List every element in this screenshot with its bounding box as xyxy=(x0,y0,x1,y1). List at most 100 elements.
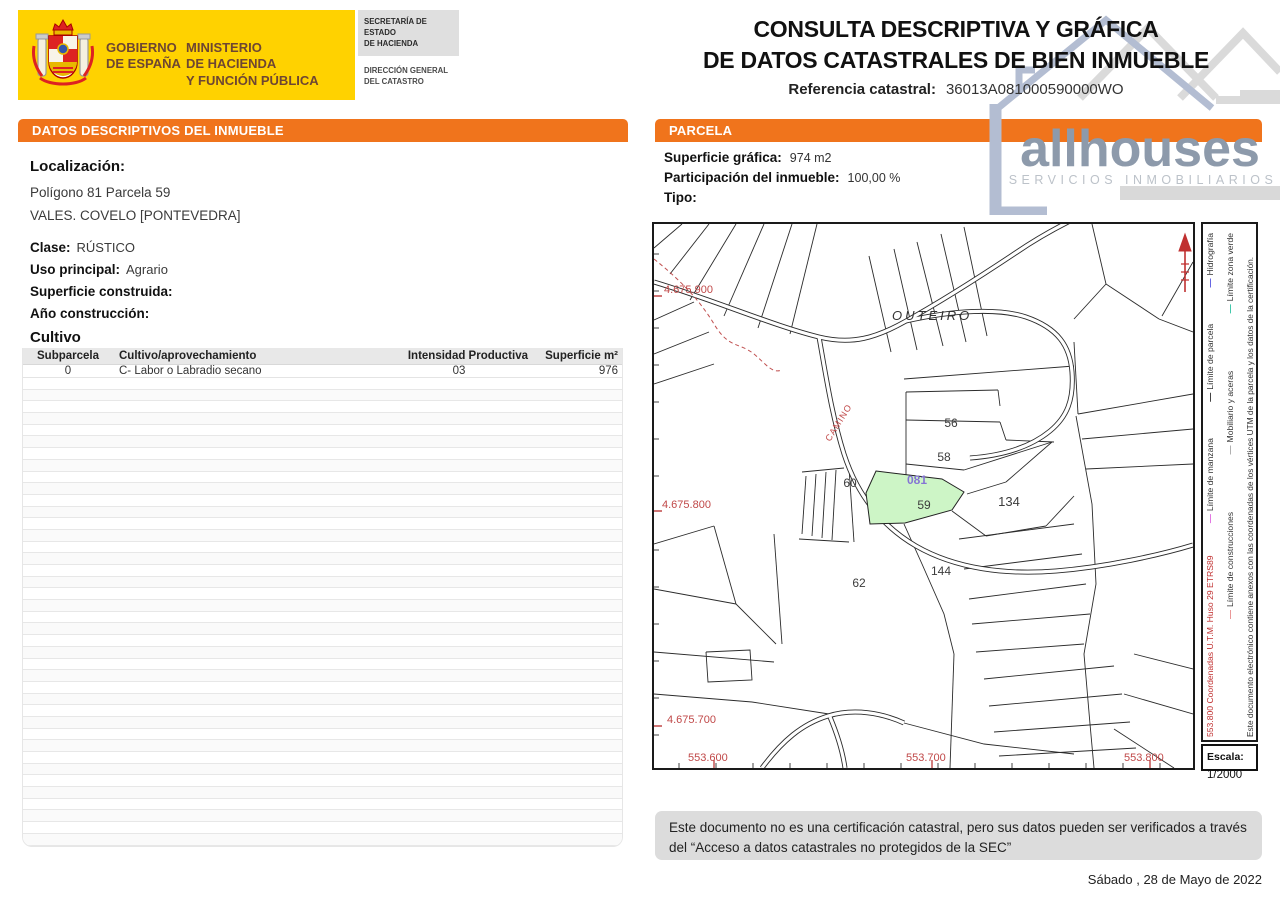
legend-swatch-icon: — xyxy=(1225,304,1235,313)
cadastral-reference-label: Referencia catastral: xyxy=(788,81,936,98)
cultivo-empty-row xyxy=(23,728,623,740)
document-title: CONSULTA DESCRIPTIVA Y GRÁFICA DE DATOS … xyxy=(652,14,1260,98)
field-participacion: Participación del inmueble: 100,00 % xyxy=(664,170,900,185)
field-anio-construccion: Año construcción: xyxy=(30,306,155,321)
cultivo-empty-row xyxy=(23,483,623,495)
legend-entry-label: Límite zona verde xyxy=(1225,233,1235,301)
legend-entry: —Mobiliario y aceras xyxy=(1225,371,1235,455)
coordinate-labels: 4.675.900 4.675.800 4.675.700 553.600 55… xyxy=(662,284,1164,764)
cultivo-empty-row xyxy=(23,401,623,413)
superficie-grafica-label: Superficie gráfica: xyxy=(664,150,782,165)
cultivo-empty-row xyxy=(23,541,623,553)
utm-coordinates-note: 553.800 Coordenadas U.T.M. Huso 29 ETRS8… xyxy=(1205,555,1215,737)
superficie-grafica-value: 974 m2 xyxy=(790,151,832,165)
cultivo-empty-row xyxy=(23,833,623,845)
cultivo-empty-row xyxy=(23,810,623,822)
field-superficie-construida: Superficie construida: xyxy=(30,284,179,299)
cadastral-reference: Referencia catastral:36013A081000590000W… xyxy=(652,81,1260,98)
cultivo-data-row: 0C- Labor o Labradio secano03976 xyxy=(23,365,623,378)
parcel-number-60: 60 xyxy=(843,476,857,490)
cadastral-map-svg: 4.675.900 4.675.800 4.675.700 553.600 55… xyxy=(654,224,1193,768)
address-line1: Polígono 81 Parcela 59 xyxy=(30,185,170,200)
legend-entry-label: Límite de parcela xyxy=(1205,324,1215,390)
cultivo-table: Subparcela Cultivo/aprovechamiento Inten… xyxy=(23,348,623,846)
cultivo-empty-row xyxy=(23,752,623,764)
col-header-cultivo: Cultivo/aprovechamiento xyxy=(113,348,384,365)
cultivo-empty-row xyxy=(23,506,623,518)
cultivo-empty-row xyxy=(23,436,623,448)
address-line2: VALES. COVELO [PONTEVEDRA] xyxy=(30,208,241,223)
place-name-label: OUTEIRO xyxy=(892,308,972,323)
cultivo-empty-row xyxy=(23,389,623,401)
cultivo-table-header: Subparcela Cultivo/aprovechamiento Inten… xyxy=(23,348,623,365)
cultivo-empty-row xyxy=(23,623,623,635)
parcel-number-134: 134 xyxy=(998,494,1020,509)
legend-row-2: —Límite de construcciones —Mobiliario y a… xyxy=(1225,229,1235,737)
cultivo-empty-row xyxy=(23,716,623,728)
cultivo-empty-row xyxy=(23,588,623,600)
cultivo-empty-row xyxy=(23,822,623,834)
cultivo-cell: 976 xyxy=(534,365,623,378)
spain-coat-of-arms-icon xyxy=(30,16,96,96)
field-superficie-grafica: Superficie gráfica: 974 m2 xyxy=(664,150,832,165)
tagline-bar xyxy=(1120,186,1280,200)
participacion-value: 100,00 % xyxy=(848,171,901,185)
cultivo-empty-row xyxy=(23,611,623,623)
uso-value: Agrario xyxy=(126,262,168,277)
document-date: Sábado , 28 de Mayo de 2022 xyxy=(655,872,1262,887)
section-header-em: INMUEBLE xyxy=(214,123,284,138)
cultivo-cell: 0 xyxy=(23,365,113,378)
participacion-label: Participación del inmueble: xyxy=(664,170,840,185)
coord-bottom-0: 553.600 xyxy=(688,752,728,764)
parcel-number-58: 58 xyxy=(937,450,951,464)
uso-label: Uso principal: xyxy=(30,262,120,277)
cultivo-empty-row xyxy=(23,787,623,799)
government-logo-block: GOBIERNO DE ESPAÑA MINISTERIO DE HACIEND… xyxy=(18,10,355,100)
field-uso-principal: Uso principal: Agrario xyxy=(30,262,168,277)
legend-vertical-note: Este documento electrónico contiene anex… xyxy=(1245,229,1255,737)
cultivo-empty-row xyxy=(23,424,623,436)
cultivo-cell: C- Labor o Labradio secano xyxy=(113,365,384,378)
legend-swatch-icon: — xyxy=(1205,393,1215,402)
col-header-subparcela: Subparcela xyxy=(23,348,113,365)
cadastral-document-page: GOBIERNO DE ESPAÑA MINISTERIO DE HACIEND… xyxy=(0,0,1280,903)
watermark-tagline: SERVICIOS INMOBILIARIOS xyxy=(1009,173,1278,187)
field-clase: Clase:RÚSTICO xyxy=(30,240,135,255)
cadastral-map: 4.675.900 4.675.800 4.675.700 553.600 55… xyxy=(652,222,1195,770)
coord-left-0: 4.675.900 xyxy=(664,284,713,296)
scale-box: Escala: 1/2000 xyxy=(1201,744,1258,771)
title-line2: DE DATOS CATASTRALES DE BIEN INMUEBLE xyxy=(652,45,1260,76)
cultivo-empty-row xyxy=(23,763,623,775)
cultivo-table-container: Subparcela Cultivo/aprovechamiento Inten… xyxy=(22,348,623,847)
cultivo-empty-row xyxy=(23,494,623,506)
cultivo-empty-row xyxy=(23,378,623,390)
col-header-superficie: Superficie m² xyxy=(534,348,623,365)
cultivo-empty-row xyxy=(23,413,623,425)
parcel-number-56: 56 xyxy=(944,416,958,430)
secretaria-estado-label: SECRETARÍA DE ESTADO DE HACIENDA xyxy=(358,10,459,56)
cultivo-empty-row xyxy=(23,635,623,647)
col-header-intensidad: Intensidad Productiva xyxy=(384,348,534,365)
cultivo-empty-row xyxy=(23,529,623,541)
ministerio-label: MINISTERIO DE HACIENDA Y FUNCIÓN PÚBLICA xyxy=(186,40,319,89)
parcel-number-62: 62 xyxy=(852,576,866,590)
clase-value: RÚSTICO xyxy=(77,240,136,255)
cultivo-table-body: 0C- Labor o Labradio secano03976 xyxy=(23,365,623,846)
legend-row-1: 553.800 Coordenadas U.T.M. Huso 29 ETRS8… xyxy=(1205,229,1215,737)
section-header-parcela: PARCELA xyxy=(655,119,1262,142)
direccion-general-catastro-label: DIRECCIÓN GENERAL DEL CATASTRO xyxy=(364,66,448,88)
legend-entry: —Hidrografía xyxy=(1205,233,1215,288)
cultivo-cell: 03 xyxy=(384,365,534,378)
cultivo-empty-row xyxy=(23,740,623,752)
legend-entry: — Límite de parcela xyxy=(1205,324,1215,402)
cultivo-empty-row xyxy=(23,693,623,705)
legend-strip: 553.800 Coordenadas U.T.M. Huso 29 ETRS8… xyxy=(1205,229,1255,737)
superficie-construida-label: Superficie construida: xyxy=(30,284,173,299)
parcela-header-label: PARCELA xyxy=(669,123,732,138)
parcel-number-59: 59 xyxy=(917,498,931,512)
gobierno-label: GOBIERNO DE ESPAÑA xyxy=(106,40,181,73)
legend-swatch-icon: — xyxy=(1205,514,1215,523)
legend-entry: —Límite de construcciones xyxy=(1225,512,1235,619)
cultivo-empty-row xyxy=(23,775,623,787)
red-dashed-boundary xyxy=(654,259,782,371)
